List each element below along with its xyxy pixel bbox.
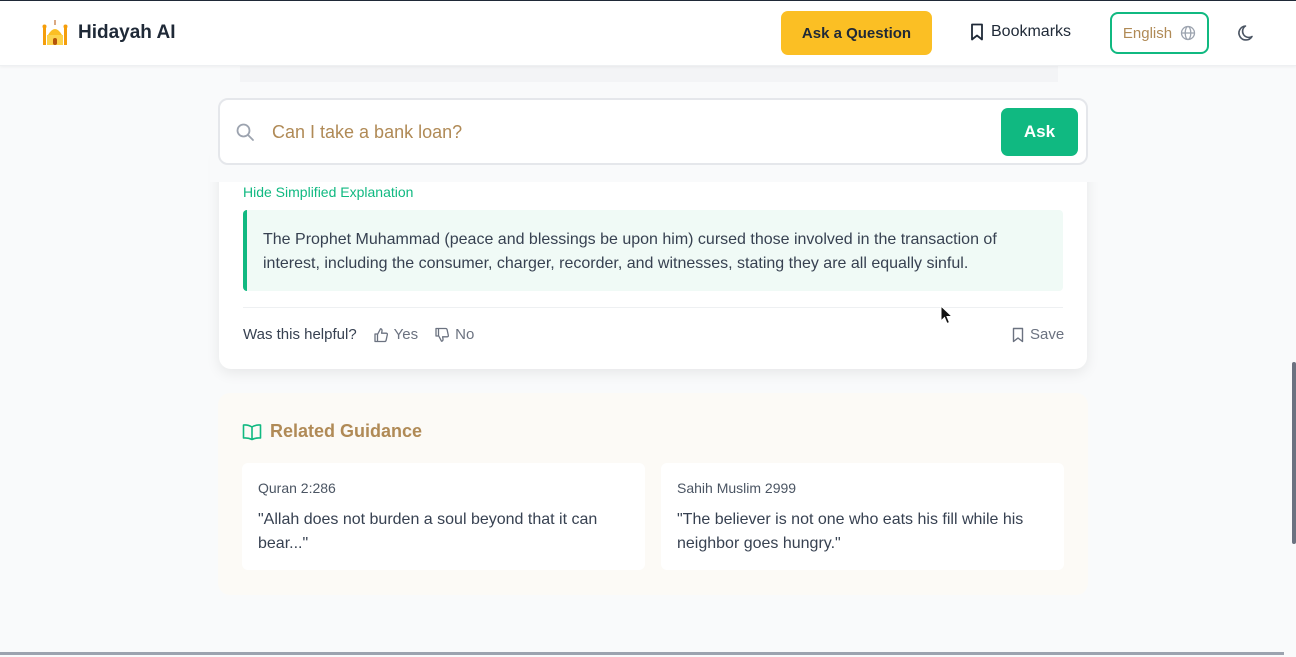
window-top-border <box>0 0 1296 1</box>
feedback-row: Was this helpful? Yes No <box>243 326 474 343</box>
related-item-source: Quran 2:286 <box>258 480 336 496</box>
bookmark-icon <box>971 23 983 41</box>
related-item-quote: "The believer is not one who eats his fi… <box>677 511 1024 552</box>
question-input[interactable] <box>272 118 972 146</box>
save-label: Save <box>1030 326 1065 343</box>
mosque-logo-icon <box>42 20 68 45</box>
bookmarks-label: Bookmarks <box>991 23 1072 40</box>
thumbs-up-icon <box>374 327 388 342</box>
scrollbar-thumb[interactable] <box>1292 362 1296 544</box>
bookmarks-link[interactable]: Bookmarks <box>969 23 1071 41</box>
horizontal-scrollbar[interactable] <box>0 652 1284 655</box>
related-guidance-title: Related Guidance <box>270 421 423 441</box>
brand[interactable]: Hidayah AI <box>42 19 176 47</box>
ask-button[interactable]: Ask <box>1001 108 1078 156</box>
related-item-quran[interactable]: Quran 2:286 "Allah does not burden a sou… <box>242 463 645 570</box>
open-book-icon <box>242 423 262 440</box>
no-button[interactable]: No <box>434 326 474 343</box>
yes-label: Yes <box>393 326 419 343</box>
simplified-explanation: The Prophet Muhammad (peace and blessing… <box>243 210 1063 291</box>
site-header: Hidayah AI Ask a Question Bookmarks Engl… <box>0 1 1296 66</box>
language-selector[interactable]: English <box>1110 12 1209 54</box>
related-item-hadith[interactable]: Sahih Muslim 2999 "The believer is not o… <box>661 463 1064 570</box>
related-item-quote: "Allah does not burden a soul beyond tha… <box>258 511 598 552</box>
search-icon <box>236 123 254 141</box>
language-label: English <box>1122 24 1173 42</box>
hide-simplified-explanation-link[interactable]: Hide Simplified Explanation <box>243 184 413 200</box>
thumbs-down-icon <box>435 327 450 342</box>
related-guidance-heading: Related Guidance <box>242 421 422 442</box>
mouse-cursor-icon <box>940 305 954 325</box>
moon-icon[interactable] <box>1236 22 1258 44</box>
brand-name: Hidayah AI <box>78 22 176 43</box>
yes-button[interactable]: Yes <box>373 326 418 343</box>
ask-a-question-button[interactable]: Ask a Question <box>781 11 932 55</box>
save-button[interactable]: Save <box>1011 326 1064 343</box>
related-item-source: Sahih Muslim 2999 <box>677 480 797 496</box>
globe-icon <box>1180 25 1196 41</box>
helpful-prompt: Was this helpful? <box>243 326 357 343</box>
bookmark-icon <box>1012 327 1024 342</box>
no-label: No <box>455 326 475 343</box>
